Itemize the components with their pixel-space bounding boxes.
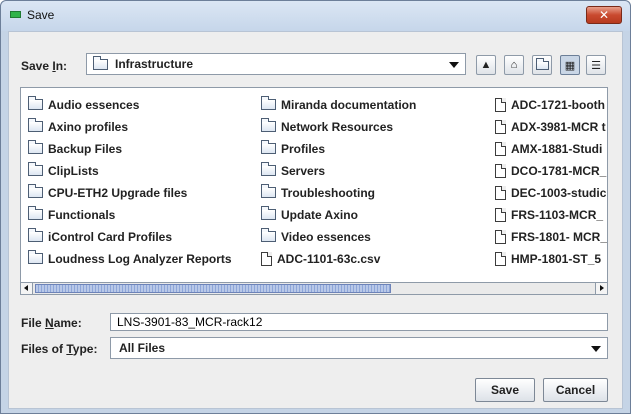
list-item[interactable]: ADC-1101-63c.csv	[261, 248, 416, 270]
folder-icon	[261, 118, 276, 132]
close-button[interactable]: ✕	[586, 6, 622, 24]
up-one-level-button[interactable]: ▲	[476, 55, 496, 75]
save-in-label: Save In:	[21, 59, 68, 73]
new-folder-button[interactable]	[532, 55, 552, 75]
title-bar[interactable]: Save ✕	[1, 1, 630, 31]
list-item[interactable]: FRS-1801- MCR_	[495, 226, 607, 248]
list-item[interactable]: ADC-1721-booth	[495, 94, 607, 116]
file-icon	[495, 186, 506, 200]
folder-icon	[28, 228, 43, 242]
cancel-button[interactable]: Cancel	[543, 378, 608, 402]
list-view-icon: ▦	[564, 59, 576, 72]
save-in-value: Infrastructure	[115, 57, 194, 71]
file-type-select[interactable]: All Files	[110, 337, 608, 359]
file-icon	[495, 120, 506, 134]
folder-icon	[261, 184, 276, 198]
new-folder-icon	[535, 57, 549, 70]
window-title: Save	[27, 8, 55, 22]
folder-icon	[261, 140, 276, 154]
list-item[interactable]: Functionals	[28, 204, 232, 226]
list-item[interactable]: Troubleshooting	[261, 182, 416, 204]
file-icon	[495, 164, 506, 178]
list-item[interactable]: FRS-1103-MCR_	[495, 204, 607, 226]
list-item[interactable]: Axino profiles	[28, 116, 232, 138]
file-type-value: All Files	[119, 341, 166, 355]
chevron-down-icon	[591, 346, 601, 352]
file-column-1: Audio essences Axino profiles Backup Fil…	[28, 94, 232, 270]
up-one-level-icon: ▲	[480, 59, 492, 71]
folder-icon	[28, 206, 43, 220]
list-item[interactable]: CPU-ETH2 Upgrade files	[28, 182, 232, 204]
folder-icon	[93, 56, 108, 70]
list-item[interactable]: DEC-1003-studic	[495, 182, 607, 204]
file-icon	[495, 208, 506, 222]
chevron-down-icon	[449, 62, 459, 68]
home-icon: ⌂	[510, 59, 518, 71]
scroll-left-icon[interactable]	[21, 283, 33, 294]
file-type-label: Files of Type:	[21, 342, 98, 356]
list-item[interactable]: Miranda documentation	[261, 94, 416, 116]
list-item[interactable]: Backup Files	[28, 138, 232, 160]
folder-icon	[28, 184, 43, 198]
file-icon	[261, 252, 272, 266]
file-column-2: Miranda documentation Network Resources …	[261, 94, 416, 270]
horizontal-scrollbar[interactable]	[20, 282, 608, 295]
file-name-input[interactable]: LNS-3901-83_MCR-rack12	[110, 313, 608, 331]
list-view-button[interactable]: ▦	[560, 55, 580, 75]
file-column-3: ADC-1721-booth ADX-3981-MCR t AMX-1881-S…	[495, 94, 607, 270]
list-item[interactable]: Loudness Log Analyzer Reports	[28, 248, 232, 270]
folder-icon	[261, 206, 276, 220]
file-icon	[495, 230, 506, 244]
list-item[interactable]: Update Axino	[261, 204, 416, 226]
details-view-icon: ☰	[591, 59, 601, 72]
save-in-combo[interactable]: Infrastructure	[86, 53, 466, 75]
folder-icon	[261, 162, 276, 176]
file-icon	[495, 252, 506, 266]
file-icon	[495, 142, 506, 156]
list-item[interactable]: Servers	[261, 160, 416, 182]
folder-icon	[261, 96, 276, 110]
details-view-button[interactable]: ☰	[586, 55, 606, 75]
scroll-right-icon[interactable]	[595, 283, 607, 294]
file-list[interactable]: Audio essences Axino profiles Backup Fil…	[20, 87, 608, 293]
folder-icon	[28, 140, 43, 154]
save-button[interactable]: Save	[475, 378, 535, 402]
list-item[interactable]: DCO-1781-MCR_	[495, 160, 607, 182]
list-item[interactable]: Network Resources	[261, 116, 416, 138]
list-item[interactable]: Video essences	[261, 226, 416, 248]
dialog-body: Save In: Infrastructure ▲ ⌂ ▦ ☰ Audio es…	[8, 31, 623, 409]
folder-icon	[28, 118, 43, 132]
list-item[interactable]: Profiles	[261, 138, 416, 160]
folder-icon	[261, 228, 276, 242]
list-item[interactable]: iControl Card Profiles	[28, 226, 232, 248]
list-item[interactable]: AMX-1881-Studi	[495, 138, 607, 160]
folder-icon	[28, 162, 43, 176]
scrollbar-thumb[interactable]	[35, 284, 391, 293]
home-button[interactable]: ⌂	[504, 55, 524, 75]
window-icon	[10, 11, 21, 18]
save-dialog: Save ✕ Save In: Infrastructure ▲ ⌂ ▦ ☰ A…	[0, 0, 631, 414]
list-item[interactable]: HMP-1801-ST_5	[495, 248, 607, 270]
list-item[interactable]: ClipLists	[28, 160, 232, 182]
file-name-label: File Name:	[21, 316, 82, 330]
list-item[interactable]: ADX-3981-MCR t	[495, 116, 607, 138]
file-icon	[495, 98, 506, 112]
folder-icon	[28, 250, 43, 264]
list-item[interactable]: Audio essences	[28, 94, 232, 116]
folder-icon	[28, 96, 43, 110]
